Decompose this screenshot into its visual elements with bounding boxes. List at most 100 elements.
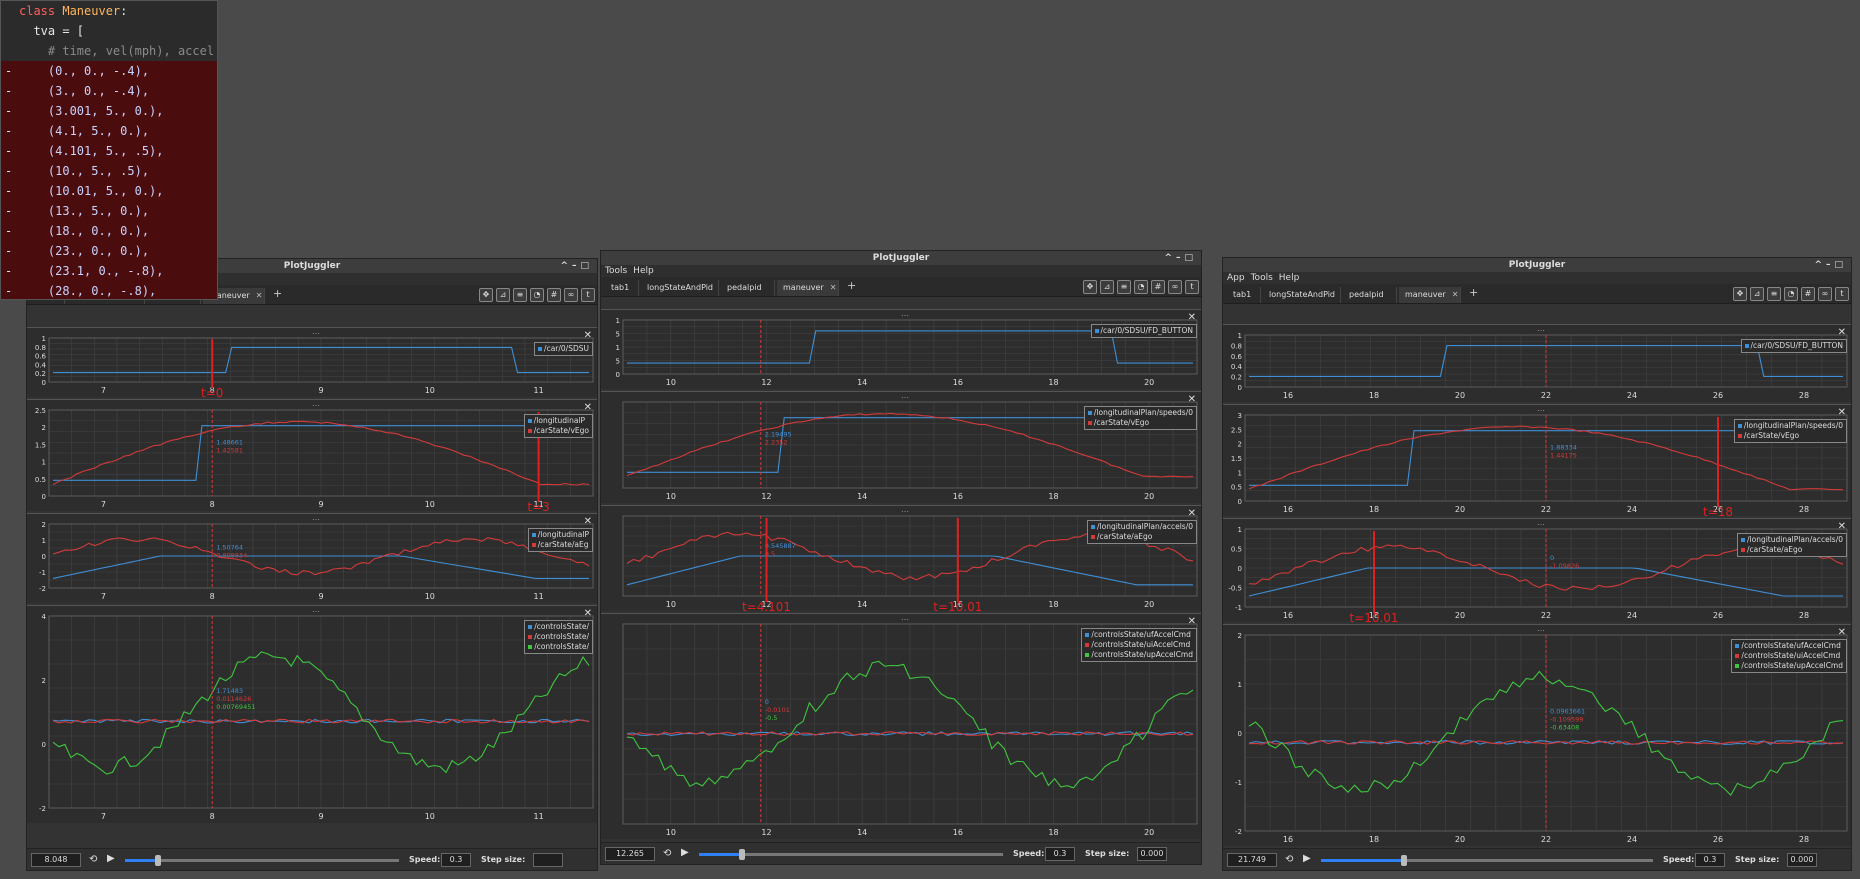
window-controls[interactable]: ^–□ xyxy=(1164,251,1197,265)
legend-entry[interactable]: /carState/vEgo xyxy=(1737,431,1843,441)
link-icon[interactable]: ∞ xyxy=(1818,287,1832,301)
time-input[interactable]: 21.749 xyxy=(1227,853,1277,867)
window-titlebar[interactable]: PlotJuggler ^–□ xyxy=(1223,258,1851,272)
step-size-input[interactable] xyxy=(533,853,563,867)
play-button[interactable]: ▶ xyxy=(107,853,115,864)
plot-area[interactable]: … ✕ 16 18 20 22 24 26 28 3 2.5 2 1.5 1 0.5 0 1.88334 1.44… xyxy=(1223,404,1851,517)
window-controls[interactable]: ^–□ xyxy=(560,259,593,273)
plot-legend[interactable]: /longitudinalP/carState/vEgo xyxy=(523,414,593,438)
legend-entry[interactable]: /car/0/SDSU/FD_BUTTON xyxy=(1094,326,1193,336)
close-tab-icon[interactable]: ✕ xyxy=(256,291,263,300)
close-tab-icon[interactable]: ✕ xyxy=(1452,290,1459,299)
menu-item-tools[interactable]: Tools xyxy=(1251,273,1273,283)
plot-area[interactable]: … ✕ 7 8 9 10 11 1 0.8 0.6 0.4 0.2 0 t=0/car/0/SDSU xyxy=(27,327,597,398)
legend-entry[interactable]: /longitudinalPlan/speeds/0 xyxy=(1737,421,1843,431)
restore-icon[interactable]: □ xyxy=(580,261,593,271)
add-tab-button[interactable]: + xyxy=(847,279,856,292)
legend-entry[interactable]: /controlsState/ xyxy=(528,622,589,632)
legend-entry[interactable]: /longitudinalPlan/accels/0 xyxy=(1741,535,1843,545)
legend-entry[interactable]: /controlsState/ xyxy=(528,632,589,642)
legend-entry[interactable]: /controlsState/ufAccelCmd xyxy=(1735,641,1843,651)
menu-item-tools[interactable]: Tools xyxy=(605,266,627,276)
link-icon[interactable]: ∞ xyxy=(564,288,578,302)
list-icon[interactable]: ≡ xyxy=(513,288,527,302)
time-offset-icon[interactable]: t xyxy=(581,288,595,302)
legend-entry[interactable]: /longitudinalP xyxy=(531,530,589,540)
grid-icon[interactable]: # xyxy=(547,288,561,302)
loop-icon[interactable]: ⟲ xyxy=(1285,854,1293,865)
grid-icon[interactable]: # xyxy=(1151,280,1165,294)
plotjuggler-window-left[interactable]: PlotJuggler^–□tab1longStateAndPidpedalpi… xyxy=(26,258,598,871)
timeline-slider[interactable] xyxy=(1321,855,1653,866)
plot-canvas[interactable]: 7 8 9 10 11 4 2 0 -2 1.714830.01146260.00769451 xyxy=(27,606,598,824)
menu-item-help[interactable]: Help xyxy=(1279,273,1300,283)
speed-input[interactable]: 0.3 xyxy=(1695,853,1725,867)
timeline-handle[interactable] xyxy=(154,855,161,866)
legend-entry[interactable]: /longitudinalPlan/speeds/0 xyxy=(1087,408,1193,418)
plot-canvas[interactable]: 7 8 9 10 112.521.510.501.486611.42581t=3 xyxy=(27,400,598,512)
plot-area[interactable]: … ✕ 10 12 14 16 18 20 0.545887 0.5 t=4.101 t=10.01/… xyxy=(601,505,1201,612)
close-tab-icon[interactable]: ✕ xyxy=(830,283,837,292)
add-tab-button[interactable]: + xyxy=(1469,286,1478,299)
plotjuggler-window-middle[interactable]: PlotJuggler ^–□ Tools Help tab1 longStateAndP… xyxy=(600,250,1202,865)
legend-entry[interactable]: /carState/vEgo xyxy=(527,426,589,436)
move-icon[interactable]: ✥ xyxy=(1733,287,1747,301)
move-icon[interactable]: ✥ xyxy=(479,288,493,302)
legend-entry[interactable]: /carState/aEgo xyxy=(1741,545,1843,555)
window-controls[interactable]: ^–□ xyxy=(1814,258,1847,272)
plot-area[interactable]: … ✕ 16 18 20 22 24 26 28 1 0.5 0 -0.5 -1 0 -1.09826 t=10… xyxy=(1223,518,1851,623)
tab-tab1[interactable]: tab1 xyxy=(605,280,639,296)
tab-longstateandpid[interactable]: longStateAndPid xyxy=(1263,287,1341,303)
legend-entry[interactable]: /controlsState/ xyxy=(528,642,589,652)
stopwatch-icon[interactable]: ◔ xyxy=(530,288,544,302)
timeline-slider[interactable] xyxy=(699,849,1003,860)
chart-link-icon[interactable]: ⊿ xyxy=(1750,287,1764,301)
restore-icon[interactable]: □ xyxy=(1834,260,1847,270)
play-button[interactable]: ▶ xyxy=(681,847,689,858)
legend-entry[interactable]: /carState/aEg xyxy=(531,540,589,550)
maximize-icon[interactable]: ^ xyxy=(560,261,572,271)
plot-legend[interactable]: /car/0/SDSU/FD_BUTTON xyxy=(1740,339,1847,353)
plot-area[interactable]: … ✕ 10 12 14 16 18 20 0 -0.0101 -0.5/controlsState… xyxy=(601,613,1201,839)
plot-canvas[interactable]: 16 18 20 22 24 26 28 1 0.8 0.6 0.4 0.2 0 xyxy=(1223,325,1852,403)
plot-legend[interactable]: /longitudinalPlan/accels/0/carState/aEgo xyxy=(1087,520,1197,544)
time-input[interactable]: 8.048 xyxy=(31,853,81,867)
tab-maneuver[interactable]: maneuver ✕ xyxy=(777,280,839,296)
plot-legend[interactable]: /car/0/SDSU/FD_BUTTON xyxy=(1090,324,1197,338)
plot-area[interactable]: … ✕ 16 18 20 22 24 26 28 2 1 0 -1 -2 0.0963661 -0.10959… xyxy=(1223,624,1851,846)
timeline-slider[interactable] xyxy=(125,855,399,866)
legend-entry[interactable]: /carState/aEgo xyxy=(1091,532,1193,542)
plot-area[interactable]: … ✕ 16 18 20 22 24 26 28 1 0.8 0.6 0.4 0.2 0/car/0/SDS… xyxy=(1223,324,1851,402)
legend-entry[interactable]: /controlsState/upAccelCmd xyxy=(1735,661,1843,671)
time-input[interactable]: 12.265 xyxy=(605,847,655,861)
chart-link-icon[interactable]: ⊿ xyxy=(496,288,510,302)
legend-entry[interactable]: /car/0/SDSU/FD_BUTTON xyxy=(1744,341,1843,351)
window-titlebar[interactable]: PlotJuggler ^–□ xyxy=(601,251,1201,265)
menu-item-help[interactable]: Help xyxy=(633,266,654,276)
time-offset-icon[interactable]: t xyxy=(1185,280,1199,294)
tab-tab1[interactable]: tab1 xyxy=(1227,287,1261,303)
chart-link-icon[interactable]: ⊿ xyxy=(1100,280,1114,294)
time-offset-icon[interactable]: t xyxy=(1835,287,1849,301)
legend-entry[interactable]: /carState/vEgo xyxy=(1087,418,1193,428)
tab-maneuver[interactable]: maneuver ✕ xyxy=(1399,287,1461,303)
tab-pedalpid[interactable]: pedalpid xyxy=(721,280,775,296)
legend-entry[interactable]: /controlsState/uiAccelCmd xyxy=(1735,651,1843,661)
play-button[interactable]: ▶ xyxy=(1303,853,1311,864)
speed-input[interactable]: 0.3 xyxy=(441,853,471,867)
plot-legend[interactable]: /controlsState//controlsState//controlsS… xyxy=(524,620,593,654)
stopwatch-icon[interactable]: ◔ xyxy=(1134,280,1148,294)
plot-legend[interactable]: /car/0/SDSU xyxy=(534,342,593,356)
plot-canvas[interactable]: 10 12 14 16 18 20 1 5 1 5 0 xyxy=(601,310,1202,390)
plot-legend[interactable]: /controlsState/ufAccelCmd/controlsState/… xyxy=(1731,639,1847,673)
timeline-handle[interactable] xyxy=(1401,855,1407,866)
menu-item-app[interactable]: App xyxy=(1227,273,1245,283)
list-icon[interactable]: ≡ xyxy=(1767,287,1781,301)
maximize-icon[interactable]: ^ xyxy=(1814,260,1826,270)
plot-legend[interactable]: /controlsState/ufAccelCmd/controlsState/… xyxy=(1081,628,1197,662)
loop-icon[interactable]: ⟲ xyxy=(663,848,671,859)
legend-entry[interactable]: /longitudinalPlan/accels/0 xyxy=(1091,522,1193,532)
step-size-input[interactable]: 0.000 xyxy=(1787,853,1817,867)
timeline-handle[interactable] xyxy=(738,849,745,860)
plot-area[interactable]: … ✕ 7 8 9 10 11 2 1 0 -1 -2 1.50764 0.898834/longitud… xyxy=(27,513,597,603)
